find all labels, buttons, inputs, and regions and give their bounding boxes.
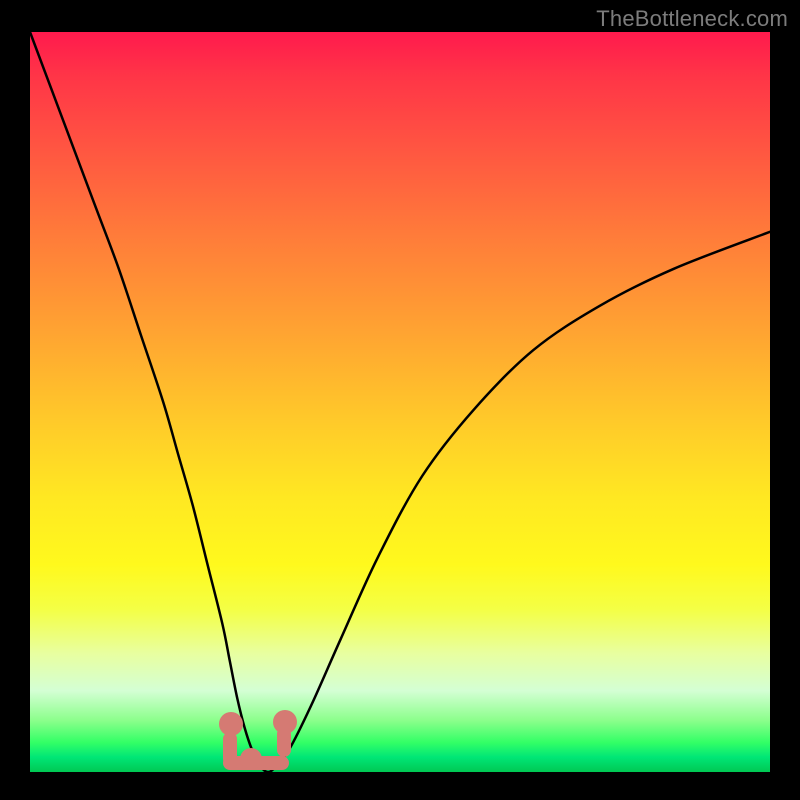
handle-mid-dot[interactable] bbox=[240, 748, 262, 770]
plot-area bbox=[30, 32, 770, 772]
handle-right-stem[interactable] bbox=[277, 727, 291, 757]
bottleneck-curve bbox=[30, 32, 770, 772]
watermark-text: TheBottleneck.com bbox=[596, 6, 788, 32]
chart-frame: TheBottleneck.com bbox=[0, 0, 800, 800]
